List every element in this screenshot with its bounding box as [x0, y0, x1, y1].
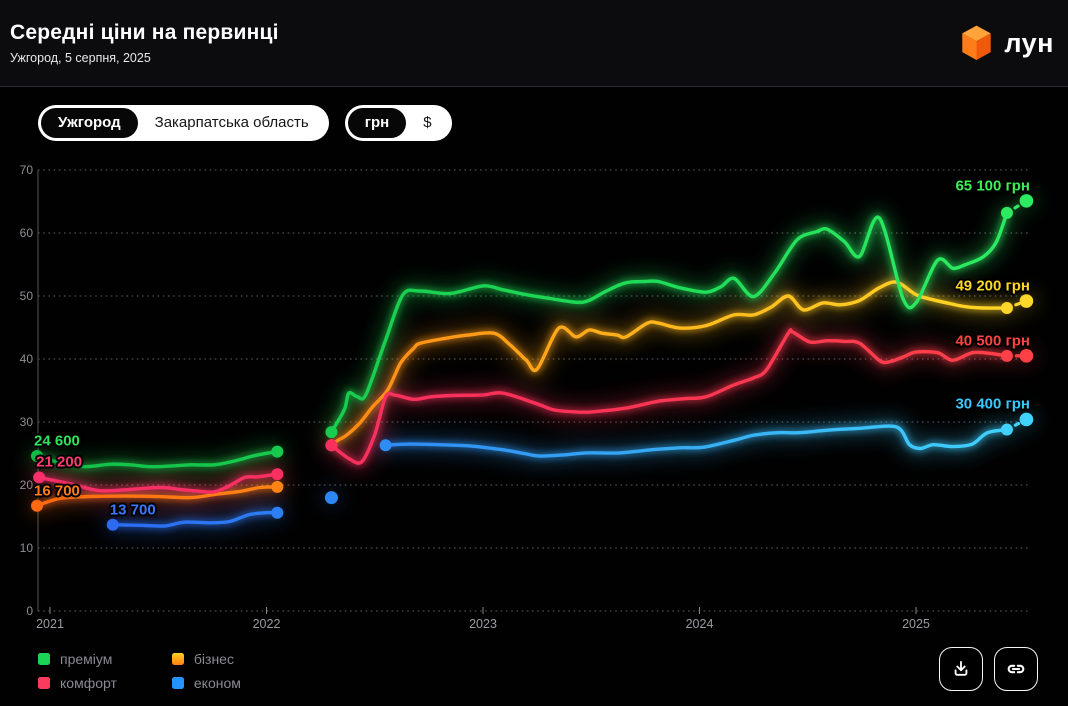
copy-link-button[interactable] [994, 647, 1038, 691]
legend-swatch [38, 677, 50, 689]
legend-swatch [38, 653, 50, 665]
start-value-label-0: 24 600 [34, 433, 80, 450]
end-value-label-1: 49 200 грн [955, 278, 1030, 295]
legend-swatch [172, 677, 184, 689]
currency-option-1[interactable]: $ [406, 108, 448, 138]
svg-text:10: 10 [20, 541, 34, 555]
svg-text:2025: 2025 [902, 617, 930, 631]
start-value-label-2: 21 200 [36, 454, 82, 471]
location-option-0[interactable]: Ужгород [41, 108, 138, 138]
legend-item-2: комфорт [38, 675, 117, 691]
svg-text:70: 70 [20, 163, 34, 177]
svg-text:50: 50 [20, 289, 34, 303]
download-icon [951, 659, 971, 679]
controls-row: УжгородЗакарпатська область грн$ [38, 105, 1068, 141]
svg-text:0: 0 [26, 604, 33, 618]
logo-text: лун [1004, 28, 1054, 59]
legend-item-0: преміум [38, 651, 117, 667]
price-chart: 0 10 20 30 40 50 60 70 2021 2022 2023 2024 2025 24 6… [0, 141, 1068, 639]
svg-text:60: 60 [20, 226, 34, 240]
currency-option-0[interactable]: грн [348, 108, 406, 138]
start-value-label-3: 13 700 [110, 501, 156, 518]
legend-item-1: бізнес [172, 651, 241, 667]
end-value-label-2: 40 500 грн [955, 332, 1030, 349]
location-option-1[interactable]: Закарпатська область [138, 108, 326, 138]
svg-text:40: 40 [20, 352, 34, 366]
page-title: Середні ціни на первинці [10, 21, 279, 45]
svg-text:20: 20 [20, 478, 34, 492]
footer: преміум бізнес комфорт економ [38, 647, 1038, 691]
header: Середні ціни на первинці Ужгород, 5 серп… [0, 0, 1068, 87]
currency-toggle: грн$ [345, 105, 452, 141]
start-value-label-1: 16 700 [34, 482, 80, 499]
lun-logo: лун [960, 23, 1054, 63]
legend-label: преміум [60, 651, 112, 667]
end-value-label-3: 30 400 грн [955, 396, 1030, 413]
link-icon [1005, 658, 1027, 680]
legend-label: економ [194, 675, 241, 691]
svg-text:2024: 2024 [686, 617, 714, 631]
legend-swatch [172, 653, 184, 665]
svg-text:30: 30 [20, 415, 34, 429]
page-subtitle: Ужгород, 5 серпня, 2025 [10, 51, 279, 65]
lun-cube-icon [960, 23, 993, 63]
location-toggle: УжгородЗакарпатська область [38, 105, 329, 141]
end-value-label-0: 65 100 грн [955, 177, 1030, 194]
download-button[interactable] [939, 647, 983, 691]
chart-canvas: 0 10 20 30 40 50 60 70 2021 2022 2023 2024 2025 [0, 141, 1068, 639]
chart-legend: преміум бізнес комфорт економ [38, 647, 241, 691]
legend-item-3: економ [172, 675, 241, 691]
svg-text:2022: 2022 [253, 617, 281, 631]
svg-text:2021: 2021 [36, 617, 64, 631]
svg-text:2023: 2023 [469, 617, 497, 631]
legend-label: бізнес [194, 651, 234, 667]
action-buttons [939, 647, 1038, 691]
legend-label: комфорт [60, 675, 117, 691]
